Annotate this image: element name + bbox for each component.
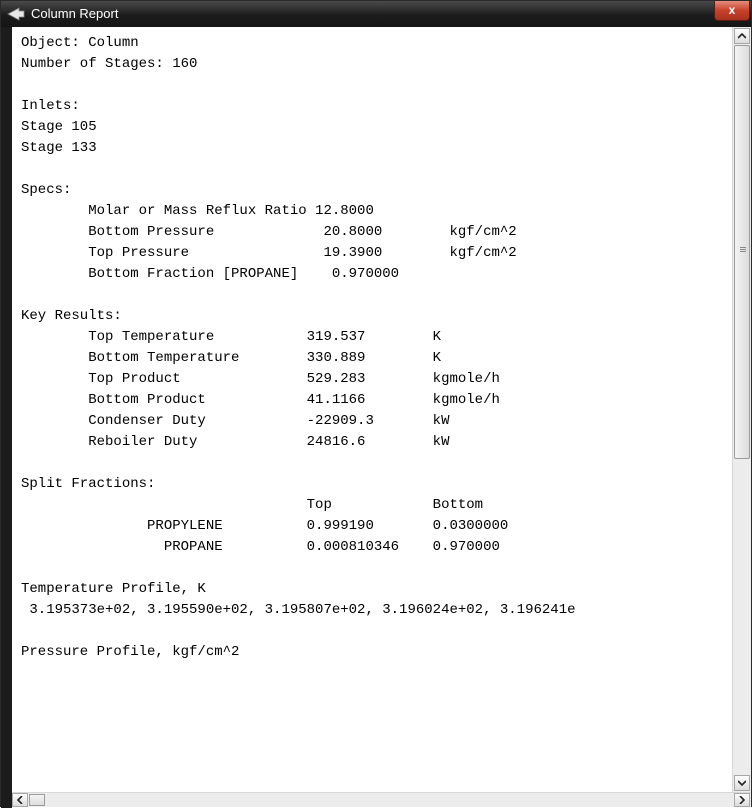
report-line: Inlets:	[21, 98, 80, 114]
report-line: Pressure Profile, kgf/cm^2	[21, 644, 240, 660]
report-line: Bottom Pressure 20.8000 kgf/cm^2	[21, 224, 517, 240]
report-text-area[interactable]: Object: Column Number of Stages: 160 Inlet…	[12, 27, 731, 792]
report-body: Object: Column Number of Stages: 160 Inlet…	[12, 33, 731, 663]
thumb-grip	[740, 249, 746, 250]
vertical-scrollbar[interactable]	[732, 27, 751, 792]
thumb-grip	[740, 247, 746, 248]
scroll-left-arrow-icon	[17, 796, 23, 804]
report-line	[21, 558, 731, 579]
app-arrow-icon	[7, 7, 25, 21]
report-line: Split Fractions:	[21, 476, 156, 492]
report-line	[21, 285, 731, 306]
report-line	[21, 621, 731, 642]
report-line	[21, 75, 731, 96]
report-line: Stage 105	[21, 119, 97, 135]
report-line: Top Bottom	[21, 497, 484, 513]
report-line: Number of Stages: 160	[21, 56, 198, 72]
report-line: Bottom Product 41.1166 kgmole/h	[21, 392, 500, 408]
close-icon: x	[728, 3, 736, 17]
report-line: Key Results:	[21, 308, 122, 324]
window-title: Column Report	[31, 6, 119, 21]
report-line: Bottom Temperature 330.889 K	[21, 350, 442, 366]
thumb-grip	[740, 251, 746, 252]
report-line: Reboiler Duty 24816.6 kW	[21, 434, 450, 450]
report-line: Object: Column	[21, 35, 139, 51]
title-bar[interactable]: Column Report x	[1, 1, 751, 27]
scroll-down-arrow-icon	[738, 780, 746, 786]
scroll-up-arrow-icon	[738, 33, 746, 39]
report-line: Bottom Fraction [PROPANE] 0.970000	[21, 266, 400, 282]
scroll-right-button[interactable]	[734, 793, 750, 807]
report-line: Top Pressure 19.3900 kgf/cm^2	[21, 245, 517, 261]
report-line: PROPANE 0.000810346 0.970000	[21, 539, 500, 555]
column-report-window: Column Report x Object: Column Number of …	[0, 0, 752, 808]
scroll-left-button[interactable]	[12, 793, 28, 807]
close-button[interactable]: x	[714, 1, 750, 21]
report-line: PROPYLENE 0.999190 0.0300000	[21, 518, 509, 534]
horizontal-scroll-thumb[interactable]	[29, 794, 45, 806]
report-line: Temperature Profile, K	[21, 581, 206, 597]
report-line: 3.195373e+02, 3.195590e+02, 3.195807e+02…	[21, 602, 576, 618]
report-line: Specs:	[21, 182, 72, 198]
window-left-border	[1, 27, 12, 808]
vertical-scroll-thumb[interactable]	[734, 45, 750, 459]
report-line	[21, 453, 731, 474]
report-line: Condenser Duty -22909.3 kW	[21, 413, 450, 429]
horizontal-scrollbar[interactable]	[12, 792, 751, 807]
report-line: Top Temperature 319.537 K	[21, 329, 442, 345]
scroll-up-button[interactable]	[734, 28, 750, 44]
report-line	[21, 159, 731, 180]
scroll-down-button[interactable]	[734, 775, 750, 791]
report-line: Molar or Mass Reflux Ratio 12.8000	[21, 203, 374, 219]
scroll-right-arrow-icon	[739, 796, 745, 804]
report-line: Top Product 529.283 kgmole/h	[21, 371, 500, 387]
report-line: Stage 133	[21, 140, 97, 156]
